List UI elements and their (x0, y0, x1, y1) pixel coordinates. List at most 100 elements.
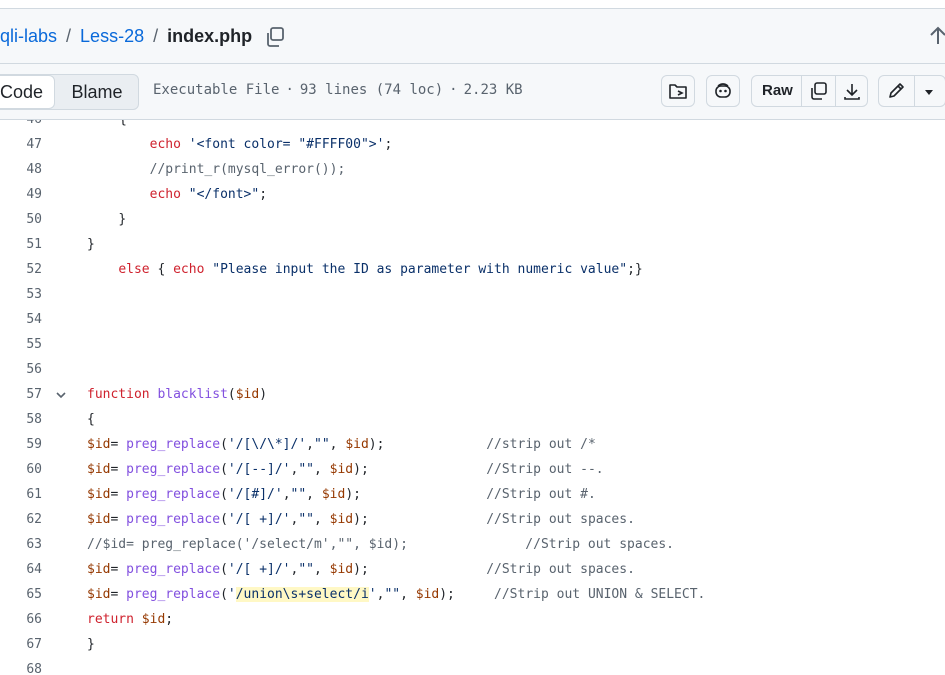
line-number[interactable]: 58 (0, 407, 42, 432)
line-number[interactable]: 51 (0, 232, 42, 257)
copy-icon[interactable] (808, 81, 828, 101)
code-token: ( (220, 462, 228, 477)
code-token: $id (235, 387, 260, 402)
code-token: '/[--]/' (227, 462, 291, 477)
code-token: '/[#]/' (227, 487, 283, 502)
line-number[interactable]: 52 (0, 257, 42, 282)
info-separator: · (449, 82, 458, 98)
code-token: ' (368, 587, 377, 602)
code-text: $id= preg_replace('/[ +]/',"", $id); //S… (87, 507, 635, 532)
line-number[interactable]: 62 (0, 507, 42, 532)
line-number[interactable]: 47 (0, 132, 42, 157)
line-number[interactable]: 66 (0, 607, 42, 632)
code-line: 68 (0, 657, 945, 675)
line-number[interactable]: 53 (0, 282, 42, 307)
code-token: = (110, 587, 127, 602)
code-token: //Strip out spaces. (486, 512, 635, 527)
line-number[interactable]: 65 (0, 582, 42, 607)
arrow-up-icon[interactable] (928, 25, 945, 47)
code-line: 53 (0, 282, 945, 307)
code-token: "" (290, 487, 307, 502)
code-line: 46 { (0, 120, 945, 132)
tab-blame[interactable]: Blame (57, 75, 137, 109)
code-token: = (110, 437, 127, 452)
code-line: 65 $id= preg_replace('/union\s+select/i',… (0, 582, 945, 607)
code-token: ; (259, 187, 268, 202)
copy-icon[interactable] (264, 26, 286, 48)
line-number[interactable]: 46 (0, 120, 42, 132)
line-number[interactable]: 60 (0, 457, 42, 482)
code-token: , (329, 437, 346, 452)
code-token: "" (298, 462, 314, 477)
code-token: $id (415, 587, 440, 602)
code-line: 55 (0, 332, 945, 357)
raw-button[interactable]: Raw (762, 76, 793, 106)
code-token: ( (220, 437, 228, 452)
chevron-down-icon[interactable] (55, 389, 67, 401)
code-text: echo '<font color= "#FFFF00">'; (87, 132, 393, 157)
code-token: ; (384, 137, 393, 152)
code-token: $id (87, 487, 111, 502)
code-line: 49 echo "</font>"; (0, 182, 945, 207)
line-number[interactable]: 61 (0, 482, 42, 507)
code-token: /union\s+select/i (235, 587, 369, 602)
breadcrumb: qli-labs / Less-28 / index.php (0, 25, 252, 47)
code-line: 50 } (0, 207, 945, 232)
code-token: $id (87, 437, 111, 452)
code-text: echo "</font>"; (87, 182, 267, 207)
line-number[interactable]: 55 (0, 332, 42, 357)
code-text: function blacklist($id) (87, 382, 267, 407)
code-token: '/[ +]/' (227, 562, 291, 577)
code-token: ( (220, 487, 228, 502)
code-token: $id (87, 587, 111, 602)
info-separator: · (285, 82, 294, 98)
code-token: $id (321, 487, 346, 502)
code-token: = (110, 487, 127, 502)
line-number[interactable]: 63 (0, 532, 42, 557)
breadcrumb-separator: / (153, 26, 159, 46)
line-number[interactable]: 50 (0, 207, 42, 232)
divider (835, 76, 836, 106)
line-number[interactable]: 64 (0, 557, 42, 582)
line-number[interactable]: 49 (0, 182, 42, 207)
download-icon[interactable] (842, 81, 862, 101)
code-text: //print_r(mysql_error()); (87, 157, 346, 182)
code-token: $id (345, 437, 369, 452)
code-token: preg_replace (126, 587, 221, 602)
line-number[interactable]: 57 (0, 382, 42, 407)
view-toggle: Code Blame (0, 74, 139, 110)
code-token: //Strip out --. (486, 462, 604, 477)
line-number[interactable]: 56 (0, 357, 42, 382)
code-token: return (87, 612, 134, 627)
line-number[interactable]: 68 (0, 657, 42, 675)
code-token: '/[ +]/' (227, 512, 291, 527)
code-token: $id (87, 462, 111, 477)
code-line: 48 //print_r(mysql_error()); (0, 157, 945, 182)
open-folder-button[interactable] (661, 75, 695, 107)
copilot-button[interactable] (706, 75, 740, 107)
code-line: 60 $id= preg_replace('/[--]/',"", $id); /… (0, 457, 945, 482)
breadcrumb-repo-link[interactable]: qli-labs (0, 26, 57, 46)
line-number[interactable]: 54 (0, 307, 42, 332)
line-number[interactable]: 67 (0, 632, 42, 657)
breadcrumb-folder-link[interactable]: Less-28 (80, 26, 144, 46)
triangle-down-icon[interactable] (923, 86, 935, 98)
code-token: '/[\/\*]/' (227, 437, 307, 452)
code-token: $id (87, 562, 111, 577)
code-line: 63 //$id= preg_replace('/select/m',"", $i… (0, 532, 945, 557)
code-token: echo (173, 262, 205, 277)
code-token: //strip out /* (486, 437, 596, 452)
code-line: 61 $id= preg_replace('/[#]/',"", $id); //… (0, 482, 945, 507)
pencil-icon[interactable] (886, 81, 906, 101)
line-number[interactable]: 59 (0, 432, 42, 457)
code-token: } (87, 237, 95, 252)
code-token: $id (329, 512, 354, 527)
line-count: 93 lines (74 loc) (299, 82, 444, 98)
code-token: preg_replace (126, 512, 221, 527)
tab-code[interactable]: Code (0, 75, 55, 109)
code-line: 51} (0, 232, 945, 257)
line-number[interactable]: 48 (0, 157, 42, 182)
